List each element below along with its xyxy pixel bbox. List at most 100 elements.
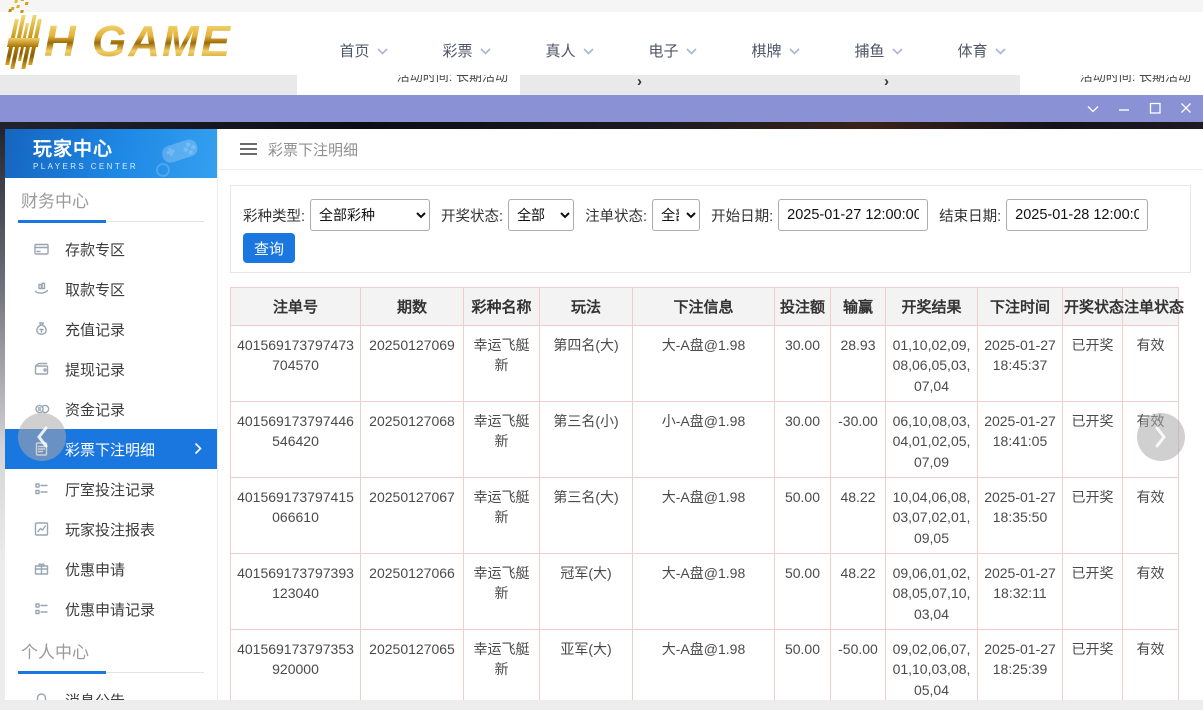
nav-item-live[interactable]: 真人 — [518, 25, 621, 75]
sidebar-item-withdrawal-records[interactable]: 提现记录 — [5, 349, 217, 389]
chevron-down-icon — [480, 48, 491, 55]
carousel-next-button[interactable] — [1137, 413, 1185, 461]
table-row: 40156917379741506661020250127067幸运飞艇新第三名… — [231, 478, 1179, 554]
sidebar-item-promo-apply-records[interactable]: 优惠申请记录 — [5, 589, 217, 629]
table-cell: 401569173797473704570 — [231, 326, 361, 402]
horizontal-scrollbar[interactable] — [0, 700, 1203, 710]
draw-status-select[interactable]: 全部 — [508, 199, 574, 231]
table-cell: 亚军(大) — [540, 630, 633, 706]
sidebar-item-recharge-records[interactable]: 充值记录 — [5, 309, 217, 349]
app-window: H GAME 首页 彩票 真人 电子 棋牌 捕鱼 体育 活动时间: 长期活动 ›… — [0, 0, 1203, 710]
main-nav: 首页 彩票 真人 电子 棋牌 捕鱼 体育 — [312, 25, 1033, 75]
page-title: 彩票下注明细 — [268, 139, 358, 160]
chevron-down-icon — [686, 48, 697, 55]
table-row: 40156917379744654642020250127068幸运飞艇新第三名… — [231, 402, 1179, 478]
table-row: 40156917379735392000020250127065幸运飞艇新亚军(… — [231, 630, 1179, 706]
banner-next-icon: › — [884, 75, 889, 90]
lottery-type-select[interactable]: 全部彩种 — [310, 199, 430, 231]
maximize-icon — [1148, 102, 1162, 115]
chevron-down-icon — [995, 48, 1006, 55]
chevron-down-icon — [583, 48, 594, 55]
draw-status-label: 开奖状态: — [441, 205, 503, 226]
nav-item-fishing[interactable]: 捕鱼 — [827, 25, 930, 75]
column-header: 下注信息 — [633, 288, 775, 326]
menu-toggle-icon[interactable] — [240, 143, 257, 155]
checklist-icon — [33, 601, 50, 617]
column-header: 开奖结果 — [886, 288, 978, 326]
brand-logo[interactable]: H GAME — [10, 12, 232, 72]
table-cell: 50.00 — [775, 630, 831, 706]
nav-item-cards[interactable]: 棋牌 — [724, 25, 827, 75]
carousel-prev-button[interactable] — [18, 413, 66, 461]
table-cell: 有效 — [1123, 326, 1179, 402]
minimize-icon — [1117, 103, 1131, 115]
table-cell: 28.93 — [831, 326, 886, 402]
table-cell: 10,04,06,08,03,07,02,01,09,05 — [886, 478, 978, 554]
table-cell: 已开奖 — [1063, 326, 1123, 402]
query-button[interactable]: 查询 — [243, 233, 295, 263]
collapse-button[interactable] — [1077, 95, 1108, 122]
sidebar-header: 玩家中心 PLAYERS CENTER — [5, 129, 217, 178]
table-cell: 小-A盘@1.98 — [633, 402, 775, 478]
nav-item-home[interactable]: 首页 — [312, 25, 415, 75]
table-cell: 有效 — [1123, 478, 1179, 554]
close-icon — [1179, 102, 1193, 115]
table-cell: 已开奖 — [1063, 630, 1123, 706]
start-date-label: 开始日期: — [711, 205, 773, 226]
filter-row: 彩种类型: 全部彩种 开奖状态: 全部 注单状态: 全部 开始日期: 结束日期: — [243, 199, 1180, 231]
table-cell: 大-A盘@1.98 — [633, 478, 775, 554]
table-row: 40156917379739312304020250127066幸运飞艇新冠军(… — [231, 554, 1179, 630]
sidebar-item-withdraw[interactable]: 取款专区 — [5, 269, 217, 309]
table-cell: 幸运飞艇新 — [464, 478, 540, 554]
column-header: 玩法 — [540, 288, 633, 326]
table-cell: 48.22 — [831, 554, 886, 630]
nav-item-lottery[interactable]: 彩票 — [415, 25, 518, 75]
sidebar-item-promo-apply[interactable]: 优惠申请 — [5, 549, 217, 589]
sidebar-item-player-bet-report[interactable]: 玩家投注报表 — [5, 509, 217, 549]
table-cell: 401569173797353920000 — [231, 630, 361, 706]
section-divider — [18, 221, 204, 222]
table-cell: 20250127068 — [361, 402, 464, 478]
close-button[interactable] — [1170, 95, 1201, 122]
section-divider — [18, 672, 204, 673]
nav-item-slots[interactable]: 电子 — [621, 25, 724, 75]
start-date-input[interactable] — [778, 199, 928, 231]
table-cell: 09,06,01,02,08,05,07,10,03,04 — [886, 554, 978, 630]
table-header-row: 注单号期数彩种名称玩法下注信息投注额输赢开奖结果下注时间开奖状态注单状态 — [231, 288, 1179, 326]
sidebar-item-hall-bet-records[interactable]: 厅室投注记录 — [5, 469, 217, 509]
table-cell: 20250127065 — [361, 630, 464, 706]
table-cell: 第四名(大) — [540, 326, 633, 402]
table-cell: 幸运飞艇新 — [464, 630, 540, 706]
logo-text: H GAME — [44, 17, 232, 67]
column-header: 投注额 — [775, 288, 831, 326]
table-cell: 已开奖 — [1063, 402, 1123, 478]
column-header: 输赢 — [831, 288, 886, 326]
chart-icon — [33, 521, 50, 537]
gamepad-icon — [151, 133, 207, 177]
minimize-button[interactable] — [1108, 95, 1139, 122]
table-cell: 50.00 — [775, 478, 831, 554]
end-date-input[interactable] — [1006, 199, 1148, 231]
table-cell: 48.22 — [831, 478, 886, 554]
table-cell: 30.00 — [775, 402, 831, 478]
order-status-select[interactable]: 全部 — [652, 199, 700, 231]
table-cell: -50.00 — [831, 630, 886, 706]
nav-item-sports[interactable]: 体育 — [930, 25, 1033, 75]
table-cell: 2025-01-27 18:45:37 — [978, 326, 1063, 402]
sidebar-item-deposit[interactable]: 存款专区 — [5, 229, 217, 269]
maximize-button[interactable] — [1139, 95, 1170, 122]
section-title-personal: 个人中心 — [21, 643, 217, 663]
table-cell: 第三名(大) — [540, 478, 633, 554]
checklist-icon — [33, 481, 50, 497]
table-cell: 09,02,06,07,01,10,03,08,05,04 — [886, 630, 978, 706]
table-cell: 大-A盘@1.98 — [633, 630, 775, 706]
end-date-label: 结束日期: — [939, 205, 1001, 226]
table-cell: 有效 — [1123, 554, 1179, 630]
wallet-icon — [33, 361, 50, 377]
chevron-down-icon — [789, 48, 800, 55]
banner-card: 活动时间: 长期活动 — [1020, 75, 1203, 95]
table-cell: 冠军(大) — [540, 554, 633, 630]
column-header: 注单状态 — [1123, 288, 1179, 326]
table-cell: 401569173797415066610 — [231, 478, 361, 554]
table-cell: 20250127069 — [361, 326, 464, 402]
